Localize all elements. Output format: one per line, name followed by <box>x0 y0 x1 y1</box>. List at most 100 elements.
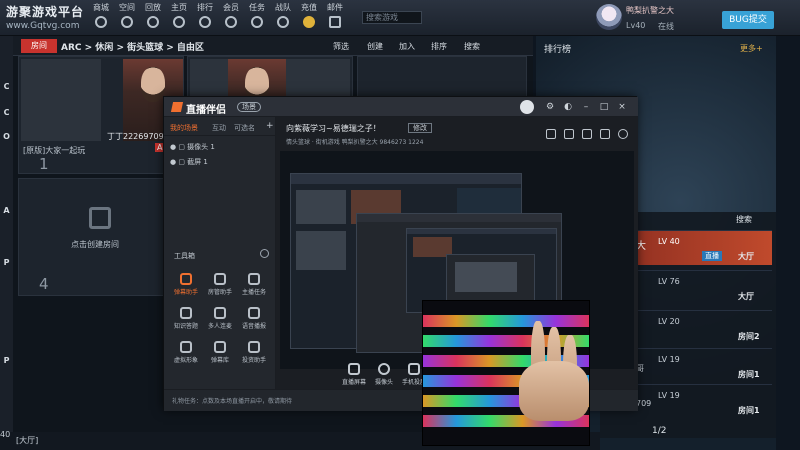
create-room-icon <box>89 207 111 229</box>
tool-avatar[interactable]: 虚拟形象 <box>172 341 200 369</box>
nav-space[interactable]: 空间 <box>114 0 140 36</box>
tool-danmu-lib[interactable]: 弹幕库 <box>206 341 234 369</box>
multi-mic-icon <box>214 307 226 319</box>
monitor-icon <box>348 363 360 375</box>
list-pager[interactable]: 1/2 <box>652 426 666 436</box>
companion-app-name: 直播伴侣 <box>186 105 226 116</box>
add-source-button[interactable]: + <box>266 121 274 131</box>
user-name: 鸭梨扒警之大 <box>626 6 674 15</box>
tool-invest[interactable]: 投资助手 <box>240 341 268 369</box>
user-area[interactable]: 鸭梨扒警之大 Lv40 在线 <box>596 2 716 34</box>
share-icon[interactable] <box>618 129 628 139</box>
room-number: 4 <box>39 275 49 293</box>
tool-voice[interactable]: 语音播报 <box>240 307 268 335</box>
player-list-search[interactable]: 搜索 <box>736 214 752 225</box>
companion-logo-icon <box>170 102 184 112</box>
left-strip-label: P <box>3 356 10 365</box>
left-strip-label: C <box>3 108 10 117</box>
platform-logo: 游聚游戏平台 www.Gqtvg.com <box>6 3 90 31</box>
source-screen[interactable]: ● ▢ 截屏 1 <box>170 157 208 167</box>
platform-title: 游聚游戏平台 <box>6 5 85 19</box>
stream-meta: 情头篮球 · 街机游戏 鸭梨扒警之大 9846273 1224 <box>286 139 424 146</box>
left-strip-label: A <box>3 206 10 215</box>
nav-home[interactable]: 主页 <box>166 0 192 36</box>
sort-button[interactable]: 排序 <box>431 41 447 52</box>
vip-icon <box>225 16 237 28</box>
minimize-button[interactable]: – <box>580 101 592 113</box>
room-number: 1 <box>39 155 49 173</box>
platform-url: www.Gqtvg.com <box>6 21 80 31</box>
user-status[interactable]: 在线 <box>658 21 674 32</box>
nav-mail[interactable]: 邮件 <box>322 0 348 36</box>
webcam-overlay <box>422 300 590 446</box>
modify-title-button[interactable]: 修改 <box>408 123 432 133</box>
tool-multi-mic[interactable]: 多人连麦 <box>206 307 234 335</box>
bell-icon[interactable] <box>600 129 610 139</box>
home-icon <box>173 16 185 28</box>
room-caption: [原版]大家一起玩 <box>23 146 86 155</box>
room-bar: 房间 ARC > 休闲 > 街头篮球 > 自由区 筛选 创建 加入 排序 搜索 <box>13 36 533 56</box>
tab-optional[interactable]: 可选名 <box>234 123 255 133</box>
danmu-lib-icon <box>214 341 226 353</box>
host-task-icon <box>248 273 260 285</box>
nav-shop[interactable]: 商城 <box>88 0 114 36</box>
avatar[interactable] <box>596 4 622 30</box>
avatar-icon <box>180 341 192 353</box>
join-button[interactable]: 加入 <box>399 41 415 52</box>
player-slot-empty <box>21 59 101 141</box>
tool-room-manager[interactable]: 房管助手 <box>206 273 234 301</box>
team-icon <box>277 16 289 28</box>
close-button[interactable]: × <box>616 101 628 113</box>
top-nav: 商城 空间 回放 主页 排行 会员 任务 战队 充值 邮件 <box>88 0 348 36</box>
platform-topbar: 游聚游戏平台 www.Gqtvg.com 商城 空间 回放 主页 排行 会员 任… <box>0 0 800 36</box>
rank-more-link[interactable]: 更多+ <box>740 43 763 54</box>
maximize-button[interactable]: □ <box>598 101 610 113</box>
nav-task[interactable]: 任务 <box>244 0 270 36</box>
stream-title: 向紫薇学习~易德瑞之子！ <box>286 124 381 133</box>
source-camera[interactable]: ● ▢ 摄像头 1 <box>170 142 215 152</box>
search-button[interactable]: 搜索 <box>464 41 480 52</box>
create-room-card[interactable]: 点击创建房间 4 <box>18 178 184 296</box>
tool-host-task[interactable]: 主播任务 <box>240 273 268 301</box>
left-strip: C C O A P P <box>0 36 13 450</box>
create-button[interactable]: 创建 <box>367 41 383 52</box>
companion-titlebar: 直播伴侣 场景 ⚙ ◐ – □ × <box>164 97 638 117</box>
left-strip-label: C <box>3 82 10 91</box>
nav-recharge[interactable]: 充值 <box>296 0 322 36</box>
lock-icon[interactable] <box>582 129 592 139</box>
nav-rank[interactable]: 排行 <box>192 0 218 36</box>
record-icon[interactable] <box>546 129 556 139</box>
nav-replay[interactable]: 回放 <box>140 0 166 36</box>
tip-text: 礼物任务：点数及本场直播开启中，敬请期待 <box>172 398 293 405</box>
settings-icon[interactable]: ⚙ <box>544 101 556 113</box>
tab-my-scene[interactable]: 我的场景 <box>170 123 198 133</box>
coin-icon <box>303 16 315 28</box>
space-icon <box>121 16 133 28</box>
tool-quiz[interactable]: 知识答题 <box>172 307 200 335</box>
status-text: [大厅] <box>16 436 39 445</box>
tool-danmu[interactable]: 弹幕助手 <box>172 273 200 301</box>
left-strip-label: O <box>3 132 10 141</box>
bug-report-button[interactable]: BUG提交 <box>722 11 774 29</box>
shop-icon <box>95 16 107 28</box>
nav-vip[interactable]: 会员 <box>218 0 244 36</box>
rank-title: 排行榜 <box>544 45 572 55</box>
scene-dropdown[interactable]: 场景 <box>237 102 261 112</box>
toolbox-more-icon[interactable] <box>260 249 269 258</box>
mail-icon <box>329 16 341 28</box>
replay-icon <box>147 16 159 28</box>
room-manager-icon <box>214 273 226 285</box>
skin-icon[interactable]: ◐ <box>562 101 574 113</box>
filter-button[interactable]: 筛选 <box>333 41 349 52</box>
danmu-icon <box>180 273 192 285</box>
tab-interact[interactable]: 互动 <box>212 123 226 133</box>
left-strip-label: P <box>3 258 10 267</box>
task-icon <box>251 16 263 28</box>
companion-avatar[interactable] <box>520 100 534 114</box>
room-card[interactable]: 丁丁22269709 [原版]大家一起玩 A 1 <box>18 56 184 174</box>
nav-team[interactable]: 战队 <box>270 0 296 36</box>
room-tab[interactable]: 房间 <box>21 39 57 53</box>
top-search-input[interactable]: 搜索游戏 <box>362 11 422 24</box>
status-number: 40 <box>0 430 11 439</box>
share-screen-icon[interactable] <box>564 129 574 139</box>
